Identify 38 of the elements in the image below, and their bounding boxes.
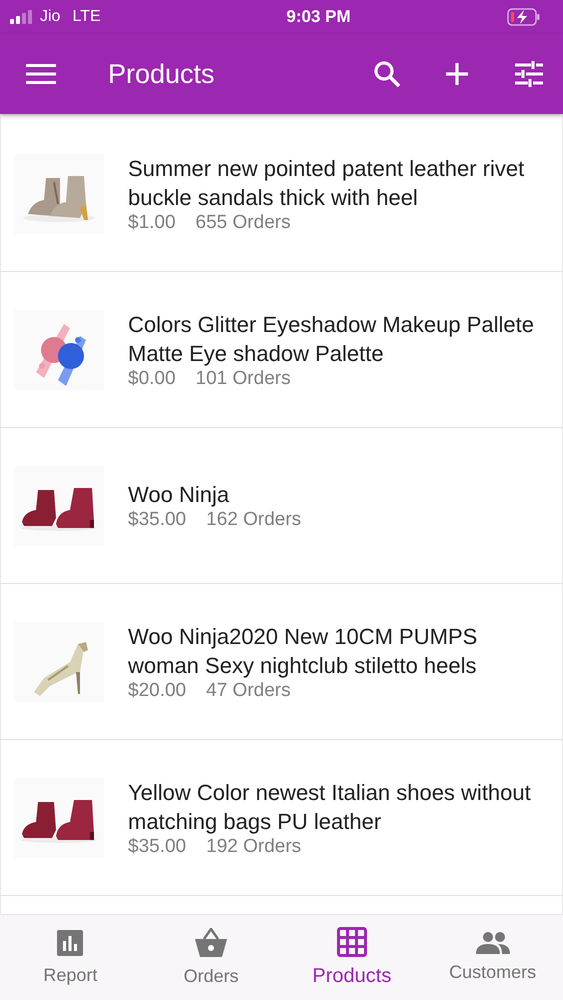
product-list-item[interactable]: Colors Glitter Eyeshadow Makeup Pallete Matte Eye shadow Palette $0.00 101 Orders: [0, 272, 563, 428]
product-list-item[interactable]: Yellow Color newest Italian shoes without matching bags PU leather $35.00 192 Orders: [0, 740, 563, 896]
order-count: 192 Orders: [206, 836, 302, 858]
product-name: Woo Ninja: [128, 481, 230, 509]
report-icon: [56, 929, 84, 957]
add-icon[interactable]: [445, 62, 469, 86]
order-count: 162 Orders: [206, 509, 302, 531]
app-title: Products: [108, 58, 216, 90]
product-price: $35.00: [128, 836, 186, 858]
network-type: LTE: [72, 8, 101, 26]
product-name: Yellow Color newest Italian shoes without matching bags PU leather: [128, 778, 532, 836]
product-name: Summer new pointed patent leather rivet buckle sandals thick with heel: [128, 154, 526, 212]
product-name: Woo Ninja2020 New 10CM PUMPS woman Sexy nightclub stiletto heels: [128, 622, 478, 680]
product-name: Colors Glitter Eyeshadow Makeup Pallete Matte Eye shadow Palette: [128, 310, 535, 368]
battery-icon: [507, 8, 541, 26]
nav-tab[interactable]: Orders: [140, 915, 282, 1000]
nav-tab[interactable]: Report: [0, 915, 141, 1000]
people-icon: [476, 932, 510, 954]
order-count: 101 Orders: [196, 368, 291, 390]
signal-icon: [10, 10, 34, 24]
menu-icon[interactable]: [26, 63, 56, 85]
product-list-item[interactable]: Woo Ninja $35.00 162 Orders: [0, 428, 563, 584]
product-price: $35.00: [128, 509, 186, 531]
product-price: $1.00: [128, 212, 176, 234]
order-count: 47 Orders: [206, 680, 291, 702]
product-list-item[interactable]: Woo Ninja2020 New 10CM PUMPS woman Sexy nightclub stiletto heels $20.00 47 Orders: [0, 584, 563, 740]
carrier-name: Jio: [40, 8, 60, 26]
basket-icon: [194, 928, 228, 958]
status-time: 9:03 PM: [286, 7, 351, 27]
filter-icon[interactable]: [515, 61, 543, 87]
nav-tab[interactable]: Customers: [422, 915, 563, 1000]
grid-icon: [336, 927, 367, 957]
product-list-item[interactable]: Summer new pointed patent leather rivet buckle sandals thick with heel $1.00 655 Orders: [0, 116, 563, 272]
search-icon[interactable]: [373, 60, 401, 88]
order-count: 655 Orders: [196, 212, 291, 234]
nav-tab[interactable]: Products: [282, 915, 422, 1000]
product-price: $0.00: [128, 368, 176, 390]
product-price: $20.00: [128, 680, 186, 702]
